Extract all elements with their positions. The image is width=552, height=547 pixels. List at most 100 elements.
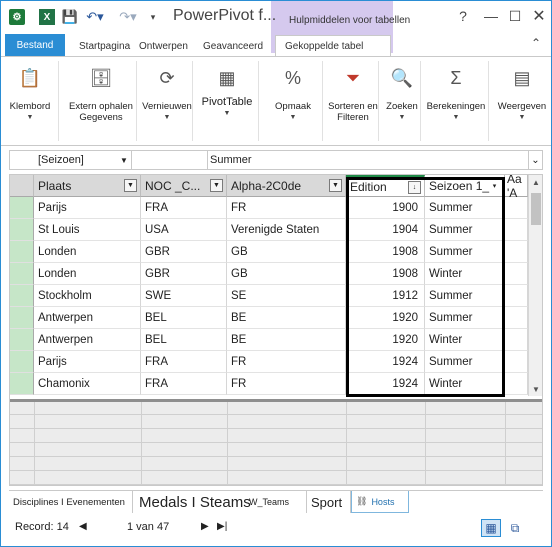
cell-plaats[interactable]: Parijs: [34, 351, 141, 373]
row-header[interactable]: [10, 307, 34, 329]
cell-seizoen[interactable]: Summer: [425, 219, 505, 241]
row-header[interactable]: [10, 285, 34, 307]
calculations-button[interactable]: Σ Berekeningen ▼: [425, 61, 487, 122]
cell-noc[interactable]: SWE: [141, 285, 227, 307]
cell-plaats[interactable]: Parijs: [34, 197, 141, 219]
row-header[interactable]: [10, 241, 34, 263]
cell-add[interactable]: [505, 285, 528, 307]
cell-add[interactable]: [505, 197, 528, 219]
tab-home[interactable]: Startpagina: [79, 41, 130, 52]
sheet-tab-disciplines[interactable]: Disciplines I Evenementen: [9, 491, 133, 513]
cell-seizoen[interactable]: Summer: [425, 307, 505, 329]
cell-alpha2code[interactable]: FR: [227, 351, 346, 373]
cell-alpha2code[interactable]: Verenigde Staten: [227, 219, 346, 241]
row-header[interactable]: [10, 197, 34, 219]
cell-noc[interactable]: FRA: [141, 373, 227, 395]
row-header[interactable]: [10, 263, 34, 285]
tab-advanced[interactable]: Geavanceerd: [203, 41, 263, 52]
refresh-button[interactable]: ⟳ Vernieuwen ▼: [142, 61, 192, 122]
calculation-area[interactable]: [10, 399, 542, 485]
collapse-ribbon-icon[interactable]: ⌃: [531, 36, 541, 50]
cell-alpha2code[interactable]: SE: [227, 285, 346, 307]
cell-plaats[interactable]: Londen: [34, 241, 141, 263]
customize-toolbar-icon[interactable]: ▾: [147, 9, 159, 25]
cell-noc[interactable]: BEL: [141, 307, 227, 329]
next-record-icon[interactable]: ▶: [201, 521, 209, 532]
cell-seizoen[interactable]: Winter: [425, 263, 505, 285]
cell-add[interactable]: [505, 307, 528, 329]
row-header[interactable]: [10, 329, 34, 351]
cell-seizoen[interactable]: Summer: [425, 351, 505, 373]
cell-edition[interactable]: 1900: [346, 197, 425, 219]
filter-dropdown-icon[interactable]: ▾: [488, 179, 501, 192]
cell-plaats[interactable]: Londen: [34, 263, 141, 285]
name-box[interactable]: [Seizoen]: [10, 151, 132, 169]
scroll-down-icon[interactable]: ▼: [529, 382, 542, 396]
scroll-up-icon[interactable]: ▲: [529, 175, 542, 189]
cell-alpha2code[interactable]: GB: [227, 263, 346, 285]
cell-alpha2code[interactable]: BE: [227, 307, 346, 329]
cell-plaats[interactable]: Antwerpen: [34, 307, 141, 329]
expand-formula-icon[interactable]: ⌄: [528, 151, 542, 169]
cell-noc[interactable]: USA: [141, 219, 227, 241]
external-data-button[interactable]: 🗄 Extern ophalen Gegevens: [69, 61, 133, 124]
row-header[interactable]: [10, 351, 34, 373]
filter-dropdown-icon[interactable]: ▼: [329, 179, 342, 192]
tab-design[interactable]: Ontwerpen: [139, 41, 188, 52]
tab-file[interactable]: Bestand: [5, 34, 65, 56]
row-header[interactable]: [10, 219, 34, 241]
formula-input[interactable]: Summer: [210, 151, 520, 169]
cell-noc[interactable]: GBR: [141, 263, 227, 285]
column-header-seizoen[interactable]: Seizoen 1_ ▾: [425, 175, 505, 197]
cell-seizoen[interactable]: Summer: [425, 197, 505, 219]
undo-icon[interactable]: ↶▾: [85, 9, 105, 25]
cell-edition[interactable]: 1920: [346, 329, 425, 351]
cell-edition[interactable]: 1908: [346, 241, 425, 263]
cell-alpha2code[interactable]: FR: [227, 197, 346, 219]
cell-seizoen[interactable]: Winter: [425, 329, 505, 351]
excel-icon[interactable]: X: [39, 9, 55, 25]
cell-seizoen[interactable]: Summer: [425, 285, 505, 307]
cell-plaats[interactable]: Chamonix: [34, 373, 141, 395]
save-icon[interactable]: 💾: [62, 9, 78, 25]
pivottable-button[interactable]: ▦ PivotTable ▼: [199, 61, 255, 118]
cell-plaats[interactable]: St Louis: [34, 219, 141, 241]
cell-edition[interactable]: 1920: [346, 307, 425, 329]
cell-noc[interactable]: BEL: [141, 329, 227, 351]
cell-noc[interactable]: FRA: [141, 197, 227, 219]
sheet-tab-sport[interactable]: Sport: [307, 491, 351, 513]
cell-seizoen[interactable]: Winter: [425, 373, 505, 395]
scrollbar-thumb[interactable]: [531, 193, 541, 225]
sheet-tab-hosts[interactable]: ⛓ Hosts: [351, 491, 409, 513]
clipboard-button[interactable]: 📋 Klembord ▼: [7, 61, 53, 122]
cell-add[interactable]: [505, 219, 528, 241]
cell-edition[interactable]: 1908: [346, 263, 425, 285]
column-header-add[interactable]: Aa 'A: [505, 175, 528, 200]
cell-add[interactable]: [505, 263, 528, 285]
cell-seizoen[interactable]: Summer: [425, 241, 505, 263]
filter-dropdown-icon[interactable]: ▼: [210, 179, 223, 192]
format-button[interactable]: % Opmaak ▼: [267, 61, 319, 122]
cell-plaats[interactable]: Stockholm: [34, 285, 141, 307]
cell-noc[interactable]: GBR: [141, 241, 227, 263]
sort-ascending-icon[interactable]: ↓: [408, 181, 421, 194]
cell-add[interactable]: [505, 241, 528, 263]
close-button[interactable]: ✕: [527, 7, 551, 25]
grid-view-icon[interactable]: ▦: [481, 519, 501, 537]
help-button[interactable]: ?: [451, 7, 475, 25]
cell-plaats[interactable]: Antwerpen: [34, 329, 141, 351]
filter-dropdown-icon[interactable]: ▼: [124, 179, 137, 192]
cell-add[interactable]: [505, 329, 528, 351]
redo-icon[interactable]: ↷▾: [118, 9, 138, 25]
minimize-button[interactable]: —: [479, 7, 503, 25]
chevron-down-icon[interactable]: ▼: [120, 151, 132, 169]
sheet-tab-teams[interactable]: W_Teams: [245, 491, 307, 513]
cell-edition[interactable]: 1924: [346, 373, 425, 395]
cell-edition[interactable]: 1912: [346, 285, 425, 307]
column-header-plaats[interactable]: Plaats ▼: [34, 175, 141, 197]
cell-add[interactable]: [505, 373, 528, 395]
column-header-edition[interactable]: Edition ↓: [346, 175, 425, 197]
sheet-tab-medals[interactable]: Medals I Steams: [135, 491, 253, 513]
vertical-scrollbar[interactable]: ▲ ▼: [528, 175, 542, 396]
last-record-icon[interactable]: ▶|: [217, 521, 227, 532]
